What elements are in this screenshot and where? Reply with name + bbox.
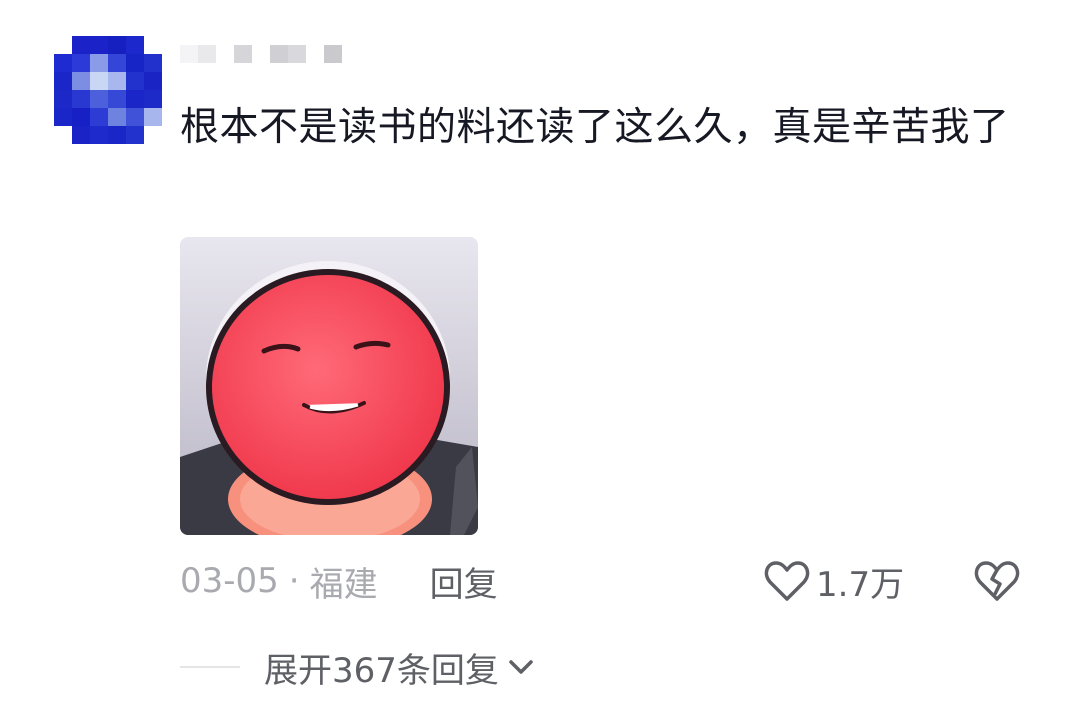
divider-line — [180, 666, 240, 668]
expand-replies-label: 展开367条回复 — [264, 650, 499, 691]
comment-text: 根本不是读书的料还读了这么久，真是辛苦我了 — [180, 105, 1010, 150]
comment-item: 根本不是读书的料还读了这么久，真是辛苦我了 03-05 · 福建 回复 1.7万… — [0, 0, 1078, 718]
meta-separator: · — [288, 561, 300, 601]
like-count: 1.7万 — [816, 564, 905, 605]
dislike-button[interactable] — [974, 556, 1020, 606]
comment-meta: 03-05 · 福建 回复 — [180, 556, 498, 606]
avatar[interactable] — [54, 36, 162, 144]
comment-date: 03-05 — [180, 561, 279, 601]
reply-button[interactable]: 回复 — [430, 557, 498, 606]
chevron-down-icon — [509, 660, 533, 674]
like-button[interactable]: 1.7万 — [764, 556, 904, 606]
expand-replies-button[interactable]: 展开367条回复 — [180, 642, 535, 692]
sticker-image[interactable] — [180, 237, 478, 535]
username[interactable] — [180, 36, 342, 72]
heart-outline-icon — [764, 561, 810, 601]
comment-location: 福建 — [309, 564, 378, 605]
broken-heart-icon — [974, 561, 1020, 601]
